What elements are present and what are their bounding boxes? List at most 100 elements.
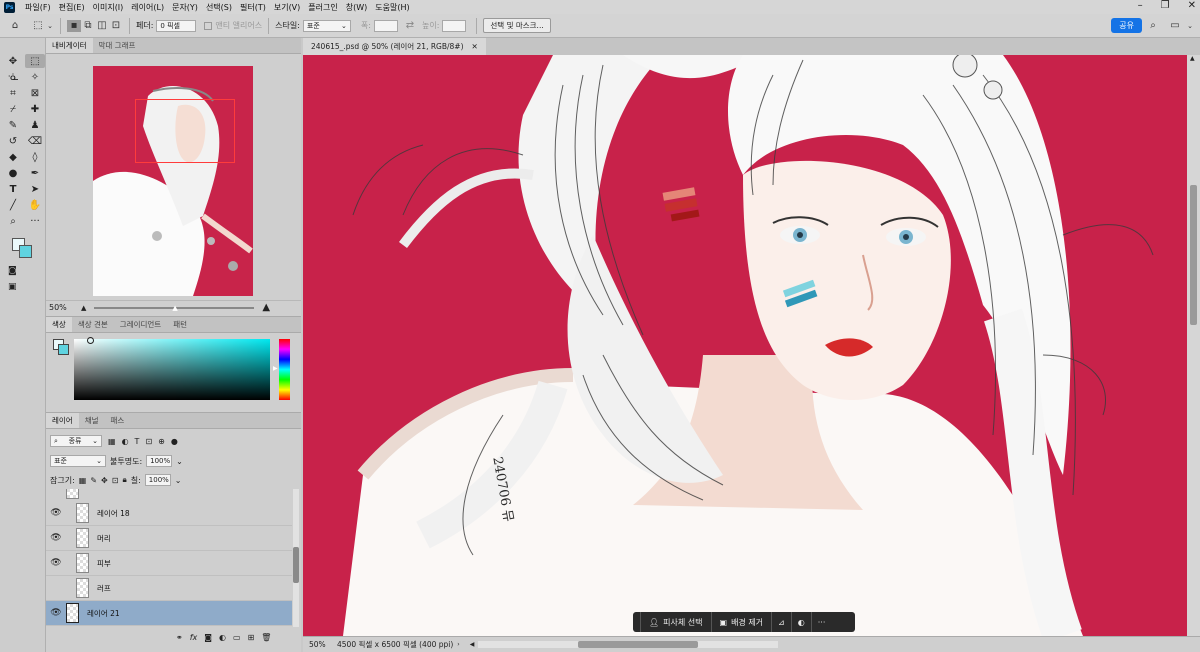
document-tab[interactable]: 240615_.psd @ 50% (레이어 21, RGB/8#) ✕ <box>303 38 486 55</box>
tab-histogram[interactable]: 막대 그래프 <box>93 38 142 53</box>
layer-row[interactable]: 👁︎ 피부 <box>46 551 292 576</box>
antialias-checkbox[interactable] <box>204 21 213 30</box>
scroll-left-icon[interactable]: ◀ <box>470 641 475 648</box>
eye-icon[interactable]: 👁︎ <box>46 508 66 518</box>
healing-brush-tool-icon[interactable]: ✚ <box>25 102 45 116</box>
filter-type-icon[interactable]: T <box>135 437 140 446</box>
new-selection-icon[interactable]: ▪ <box>67 19 81 32</box>
swap-icon[interactable]: ⇄ <box>398 20 422 31</box>
more-options-icon[interactable]: ··· <box>812 618 832 627</box>
search-icon[interactable]: ⌕ <box>1142 20 1164 31</box>
add-selection-icon[interactable]: ⧉ <box>81 20 95 31</box>
transform-icon[interactable]: ⊿ <box>772 612 792 632</box>
canvas-scrollbar-thumb[interactable] <box>1190 185 1197 325</box>
dodge-tool-icon[interactable]: ● <box>3 166 23 180</box>
style-select[interactable]: 표준 ⌄ <box>302 19 351 32</box>
navigator-zoom-slider[interactable]: ▲ <box>94 304 255 312</box>
adjust-icon[interactable]: ◐ <box>792 612 812 632</box>
lock-artboard-icon[interactable]: ⊡ <box>112 476 119 485</box>
filter-smart-object-icon[interactable]: ⊕ <box>158 437 165 446</box>
color-picker-cursor[interactable] <box>87 337 94 344</box>
canvas-horizontal-scrollbar[interactable] <box>478 641 779 648</box>
layer-row-selected[interactable]: 👁︎ 레이어 21 <box>46 601 292 626</box>
taskbar-grip-icon[interactable] <box>633 612 641 632</box>
home-icon[interactable]: ⌂ <box>0 20 30 31</box>
navigator-zoom-value[interactable]: 50% <box>49 303 81 312</box>
close-window-icon[interactable]: ✕ <box>1188 0 1196 11</box>
minimize-icon[interactable]: – <box>1138 0 1143 11</box>
height-input[interactable] <box>442 19 467 32</box>
tab-gradients[interactable]: 그레이디언트 <box>114 317 167 332</box>
saturation-value-field[interactable] <box>74 337 270 400</box>
feather-input[interactable]: 0 픽셀 <box>156 19 197 32</box>
scroll-up-icon[interactable]: ▲ <box>1190 55 1195 62</box>
tab-layers[interactable]: 레이어 <box>46 413 79 428</box>
filter-pixel-icon[interactable]: ▦ <box>108 437 116 446</box>
fx-icon[interactable]: fx <box>190 633 198 642</box>
tab-navigator[interactable]: 내비게이터 <box>46 38 93 53</box>
menu-edit[interactable]: 편집(E) <box>55 2 89 13</box>
menu-select[interactable]: 선택(S) <box>202 2 236 13</box>
pen-tool-icon[interactable]: ✒ <box>25 166 45 180</box>
opacity-input[interactable]: 100% <box>146 455 173 467</box>
select-subject-button[interactable]: 👤︎ 피사체 선택 <box>641 612 712 632</box>
tab-channels[interactable]: 채널 <box>79 413 105 428</box>
subtract-selection-icon[interactable]: ◫ <box>95 20 109 31</box>
delete-layer-icon[interactable]: 🗑︎ <box>261 633 271 642</box>
navigator-view-box[interactable] <box>135 99 235 163</box>
tab-paths[interactable]: 패스 <box>105 413 131 428</box>
type-tool-icon[interactable]: T <box>3 182 23 196</box>
navigator-thumbnail[interactable] <box>93 66 253 296</box>
eraser-tool-icon[interactable]: ⌫ <box>25 134 45 148</box>
lock-pixels-icon[interactable]: ▦ <box>79 476 87 485</box>
background-color-swatch[interactable] <box>19 245 32 258</box>
status-zoom[interactable]: 50% <box>309 640 337 649</box>
paint-bucket-tool-icon[interactable]: ◆ <box>3 150 23 164</box>
eye-icon[interactable]: 👁︎ <box>46 608 66 618</box>
document-canvas[interactable]: 240706 뮤 <box>303 55 1187 636</box>
history-brush-tool-icon[interactable]: ↺ <box>3 134 23 148</box>
new-group-icon[interactable]: ▭ <box>233 633 241 642</box>
chevron-down-icon[interactable]: ⌄ <box>176 457 183 466</box>
select-and-mask-button[interactable]: 선택 및 마스크... <box>483 18 551 33</box>
lock-position-icon[interactable]: ✥ <box>101 476 108 485</box>
frame-tool-icon[interactable]: ⊠ <box>25 86 45 100</box>
menu-window[interactable]: 창(W) <box>342 2 372 13</box>
layer-row[interactable]: 👁︎ 레이어 18 <box>46 501 292 526</box>
lasso-tool-icon[interactable]: ᓍ <box>3 70 23 84</box>
layer-filter-select[interactable]: ⌕ 종류 ⌄ <box>50 435 102 447</box>
document-info[interactable]: 4500 픽셀 x 6500 픽셀 (400 ppi) <box>337 639 453 650</box>
line-tool-icon[interactable]: ╱ <box>3 198 23 212</box>
magic-wand-tool-icon[interactable]: ✧ <box>25 70 45 84</box>
zoom-in-icon[interactable]: ▲ <box>262 302 270 313</box>
tab-swatches[interactable]: 색상 견본 <box>72 317 114 332</box>
link-layers-icon[interactable]: ⚭ <box>176 633 183 642</box>
chevron-down-icon[interactable]: ⌄ <box>46 22 54 30</box>
eyedropper-tool-icon[interactable]: ⌿ <box>3 102 23 116</box>
tab-patterns[interactable]: 패턴 <box>167 317 193 332</box>
status-menu-icon[interactable]: › <box>457 641 459 648</box>
layer-row[interactable]: · 러프 <box>46 576 292 601</box>
width-input[interactable] <box>373 19 398 32</box>
adjustment-layer-icon[interactable]: ◐ <box>219 633 226 642</box>
filter-toggle-icon[interactable]: ● <box>171 437 178 446</box>
zoom-tool-icon[interactable]: ⌕ <box>3 214 23 228</box>
intersect-selection-icon[interactable]: ⊡ <box>109 20 123 31</box>
maximize-icon[interactable]: ❐ <box>1161 0 1170 11</box>
new-layer-icon[interactable]: ⊞ <box>248 633 255 642</box>
blend-mode-select[interactable]: 표준 ⌄ <box>50 455 106 467</box>
eye-icon[interactable]: 👁︎ <box>46 533 66 543</box>
crop-tool-icon[interactable]: ⌗ <box>3 86 23 100</box>
share-button[interactable]: 공유 <box>1111 18 1142 33</box>
workspace-icon[interactable]: ▭ <box>1164 20 1186 31</box>
filter-shape-icon[interactable]: ⊡ <box>145 437 152 446</box>
fill-input[interactable]: 100% <box>144 474 171 486</box>
menu-filter[interactable]: 필터(T) <box>236 2 270 13</box>
screen-mode-icon[interactable]: ▣ <box>8 282 17 292</box>
path-selection-tool-icon[interactable]: ➤ <box>25 182 45 196</box>
menu-file[interactable]: 파일(F) <box>21 2 55 13</box>
menu-type[interactable]: 문자(Y) <box>168 2 202 13</box>
clone-stamp-tool-icon[interactable]: ♟ <box>25 118 45 132</box>
rectangular-marquee-tool-icon[interactable]: ⬚ <box>25 54 45 68</box>
menu-view[interactable]: 보기(V) <box>270 2 304 13</box>
